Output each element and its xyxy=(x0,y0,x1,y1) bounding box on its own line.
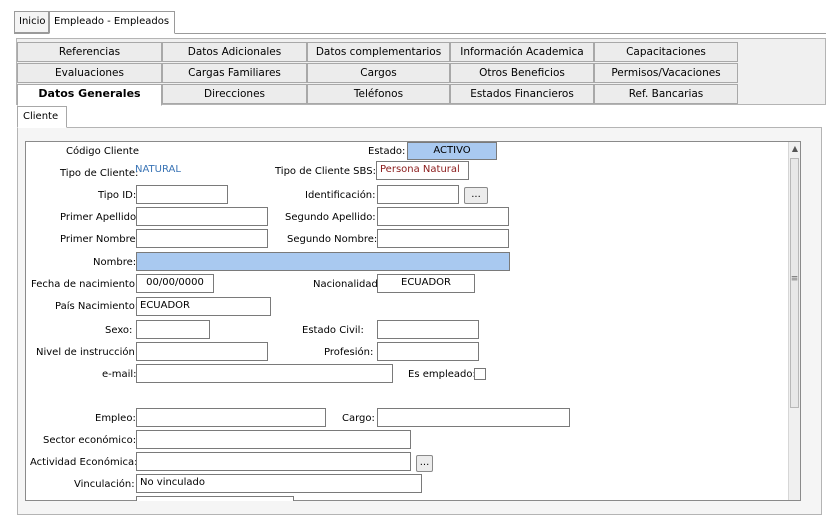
segundo-apellido-label: Segundo Apellido: xyxy=(285,212,376,223)
identificacion-field[interactable] xyxy=(377,185,459,204)
scroll-grip-icon: ≡ xyxy=(790,274,799,284)
tab-estados-financieros[interactable]: Estados Financieros xyxy=(450,84,594,104)
es-empleado-label: Es empleado: xyxy=(408,369,476,380)
tab-ref-bancarias[interactable]: Ref. Bancarias xyxy=(594,84,738,104)
actividad-economica-label: Actividad Económica: xyxy=(30,457,138,468)
profesion-field[interactable] xyxy=(377,342,479,361)
actividad-economica-field[interactable] xyxy=(136,452,411,471)
empleo-label: Empleo: xyxy=(95,413,136,424)
es-empleado-checkbox[interactable] xyxy=(474,368,486,380)
identificacion-lookup-button[interactable]: ... xyxy=(464,187,488,204)
fecha-nacimiento-field[interactable]: 00/00/0000 xyxy=(136,274,214,293)
sexo-label: Sexo: xyxy=(105,325,133,336)
estado-civil-label: Estado Civil: xyxy=(302,325,364,336)
tab-cargos[interactable]: Cargos xyxy=(307,63,450,83)
tab-datos-complementarios[interactable]: Datos complementarios xyxy=(307,42,450,62)
fecha-nacimiento-label: Fecha de nacimiento: xyxy=(31,279,139,290)
sector-economico-field[interactable] xyxy=(136,430,411,449)
tab-datos-adicionales[interactable]: Datos Adicionales xyxy=(162,42,307,62)
sector-economico-label: Sector económico: xyxy=(43,435,137,446)
tipo-id-label: Tipo ID: xyxy=(98,190,137,201)
nivel-instruccion-label: Nivel de instrucción: xyxy=(36,347,139,358)
vinculacion-field[interactable]: No vinculado xyxy=(136,474,422,493)
cargo-field[interactable] xyxy=(377,408,570,427)
nacionalidad-field[interactable]: ECUADOR xyxy=(377,274,475,293)
tipo-id-field[interactable] xyxy=(136,185,228,204)
tab-otros-beneficios[interactable]: Otros Beneficios xyxy=(450,63,594,83)
tab-cargas-familiares[interactable]: Cargas Familiares xyxy=(162,63,307,83)
tab-referencias[interactable]: Referencias xyxy=(17,42,162,62)
tab-telefonos[interactable]: Teléfonos xyxy=(307,84,450,104)
subtab-cliente[interactable]: Cliente xyxy=(17,106,67,128)
tab-capacitaciones[interactable]: Capacitaciones xyxy=(594,42,738,62)
doc-tab-empleado[interactable]: Empleado - Empleados xyxy=(49,11,175,34)
tab-informacion-academica[interactable]: Información Academica xyxy=(450,42,594,62)
segundo-nombre-label: Segundo Nombre: xyxy=(287,234,378,245)
nombre-field[interactable] xyxy=(136,252,510,271)
tab-evaluaciones[interactable]: Evaluaciones xyxy=(17,63,162,83)
tipo-cliente-value: NATURAL xyxy=(135,164,181,175)
cargo-label: Cargo: xyxy=(342,413,375,424)
identificacion-label: Identificación: xyxy=(305,190,376,201)
vinculacion-label: Vinculación: xyxy=(74,479,135,490)
tipo-cliente-sbs-field[interactable]: Persona Natural xyxy=(376,161,469,180)
segundo-nombre-field[interactable] xyxy=(377,229,509,248)
primer-apellido-label: Primer Apellido: xyxy=(60,212,140,223)
nacionalidad-label: Nacionalidad: xyxy=(313,279,382,290)
form-scrollbar[interactable]: ▲ ≡ xyxy=(788,142,800,500)
tipo-cliente-sbs-label: Tipo de Cliente SBS: xyxy=(275,166,376,177)
nivel-instruccion-field[interactable] xyxy=(136,342,268,361)
primer-nombre-label: Primer Nombre: xyxy=(60,234,140,245)
codigo-cliente-label: Código Cliente xyxy=(66,146,139,157)
estado-field[interactable]: ACTIVO xyxy=(407,142,497,160)
email-label: e-mail: xyxy=(102,369,137,380)
pais-nacimiento-field[interactable]: ECUADOR xyxy=(136,297,271,316)
segundo-apellido-field[interactable] xyxy=(377,207,509,226)
tipo-cliente-label: Tipo de Cliente: xyxy=(60,168,139,179)
estado-civil-field[interactable] xyxy=(377,320,479,339)
nombre-label: Nombre: xyxy=(93,257,137,268)
estado-label: Estado: xyxy=(368,146,406,157)
doc-tab-inicio[interactable]: Inicio xyxy=(14,11,49,33)
primer-apellido-field[interactable] xyxy=(136,207,268,226)
tab-datos-generales[interactable]: Datos Generales xyxy=(17,84,162,106)
sexo-field[interactable] xyxy=(136,320,210,339)
tab-direcciones[interactable]: Direcciones xyxy=(162,84,307,104)
empleo-field[interactable] xyxy=(136,408,326,427)
tab-permisos-vacaciones[interactable]: Permisos/Vacaciones xyxy=(594,63,738,83)
actividad-economica-lookup-button[interactable]: ... xyxy=(416,455,433,472)
profesion-label: Profesión: xyxy=(324,347,374,358)
email-field[interactable] xyxy=(136,364,393,383)
scroll-up-arrow-icon[interactable]: ▲ xyxy=(789,144,801,153)
partial-field[interactable] xyxy=(136,496,294,501)
primer-nombre-field[interactable] xyxy=(136,229,268,248)
pais-nacimiento-label: País Nacimiento: xyxy=(55,301,139,312)
